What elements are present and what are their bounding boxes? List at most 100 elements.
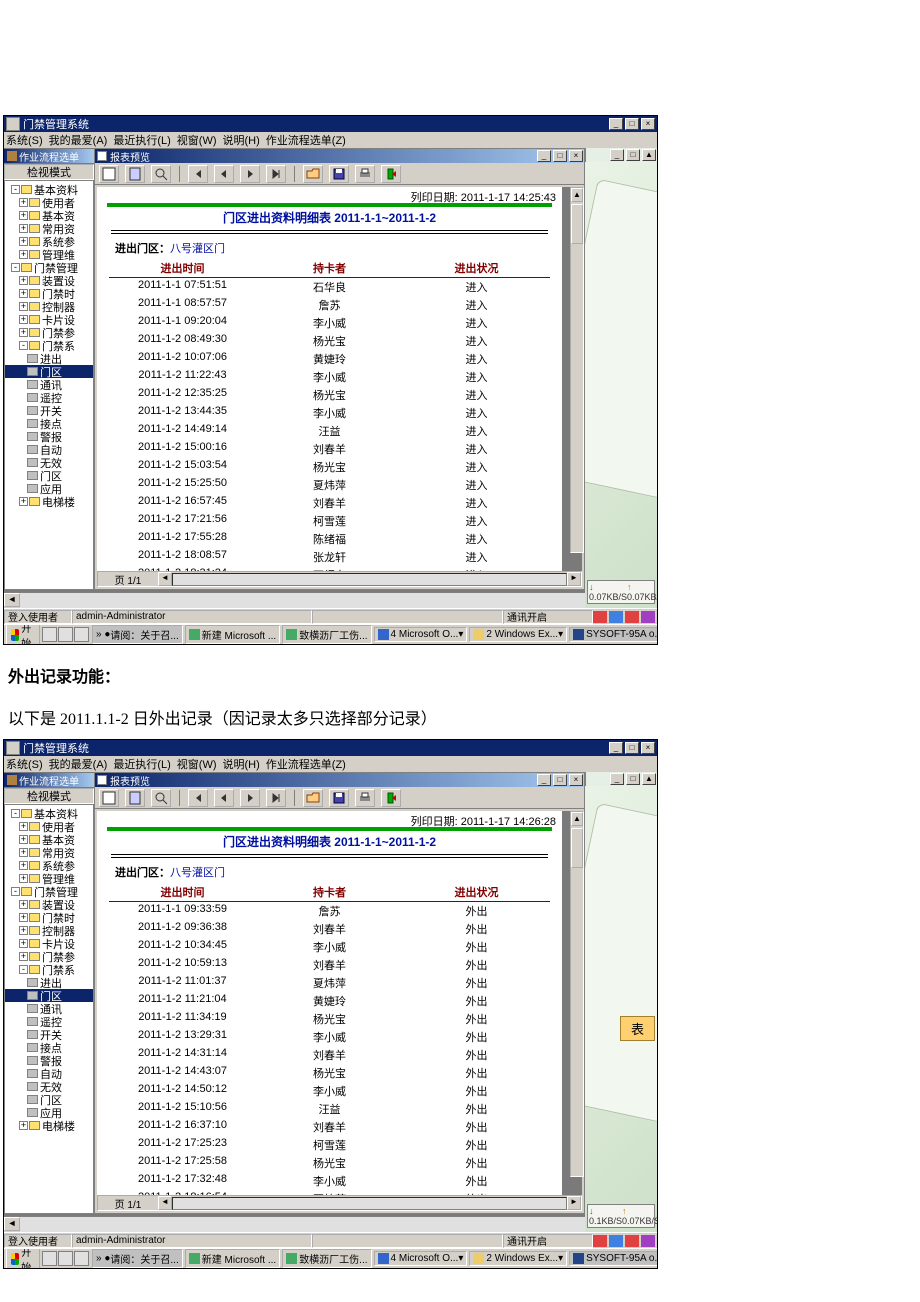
nav-tree[interactable]: -基本资料+使用者+基本资+常用资+系统参+管理维-门禁管理+装置设+门禁时+控… — [4, 180, 94, 590]
scroll-thumb[interactable] — [571, 828, 583, 868]
nav-tree[interactable]: -基本资料+使用者+基本资+常用资+系统参+管理维-门禁管理+装置设+门禁时+控… — [4, 804, 94, 1214]
menu-window[interactable]: 视窗(W) — [177, 132, 217, 148]
scroll-left-button[interactable]: ◄ — [4, 1217, 20, 1231]
task-item[interactable]: » ●请阅：关于召... — [92, 625, 183, 644]
ql-icon-3[interactable] — [74, 627, 89, 642]
zoom-page-button[interactable] — [125, 789, 145, 807]
minimize-button[interactable]: _ — [609, 742, 623, 754]
ql-icon-1[interactable] — [42, 627, 57, 642]
status-icon-red[interactable] — [593, 611, 607, 623]
status-icon-purple[interactable] — [641, 1235, 655, 1247]
v-scrollbar[interactable]: ▲ — [570, 187, 584, 553]
scroll-thumb[interactable] — [571, 204, 583, 244]
start-button[interactable]: 开始 — [6, 624, 40, 644]
menu-recent[interactable]: 最近执行(L) — [113, 132, 170, 148]
preview-titlebar[interactable]: 报表预览 _ □ × — [95, 773, 584, 787]
save-button[interactable] — [329, 165, 349, 183]
ql-icon-3[interactable] — [74, 1251, 89, 1266]
preview-titlebar[interactable]: 报表预览 _ □ × — [95, 149, 584, 163]
h-scrollbar[interactable]: ◄ ► — [4, 592, 657, 608]
rs-max-button[interactable]: □ — [626, 149, 640, 161]
rs-min-button[interactable]: _ — [610, 149, 624, 161]
pager-left[interactable]: ◄ — [158, 1196, 172, 1210]
menu-system[interactable]: 系统(S) — [6, 132, 43, 148]
task-item[interactable]: 致横沥厂工伤... — [282, 625, 371, 644]
next-page-button[interactable] — [240, 789, 260, 807]
print-button[interactable] — [355, 789, 375, 807]
v-scrollbar[interactable]: ▲ — [570, 811, 584, 1177]
task-item[interactable]: 2 Windows Ex... ▾ — [469, 627, 567, 642]
menu-fav[interactable]: 我的最爱(A) — [49, 132, 108, 148]
status-icon-red[interactable] — [593, 1235, 607, 1247]
status-icon-blue[interactable] — [609, 611, 623, 623]
minimize-button[interactable]: _ — [609, 118, 623, 130]
tree-node[interactable]: +电梯楼 — [5, 1119, 93, 1132]
preview-close-button[interactable]: × — [569, 150, 583, 162]
preview-close-button[interactable]: × — [569, 774, 583, 786]
maximize-button[interactable]: □ — [625, 118, 639, 130]
rs-max-button[interactable]: □ — [626, 773, 640, 785]
titlebar[interactable]: 门禁管理系统 _ □ × — [4, 116, 657, 132]
preview-max-button[interactable]: □ — [553, 774, 567, 786]
status-icon-red2[interactable] — [625, 611, 639, 623]
prev-page-button[interactable] — [214, 165, 234, 183]
print-button[interactable] — [355, 165, 375, 183]
task-item[interactable]: 4 Microsoft O... ▾ — [374, 1251, 468, 1266]
scroll-track[interactable] — [20, 1217, 641, 1232]
zoom-full-button[interactable] — [99, 165, 119, 183]
task-item[interactable]: SYSOFT-95A o... — [569, 1251, 657, 1266]
report-area[interactable]: 列印日期: 2011-1-17 14:26:28 门区进出资料明细表 2011-… — [97, 811, 582, 1195]
task-item[interactable]: » ●请阅：关于召... — [92, 1249, 183, 1268]
close-button[interactable]: × — [641, 742, 655, 754]
left-panel-title[interactable]: 作业流程选单 — [4, 772, 94, 788]
menu-recent[interactable]: 最近执行(L) — [113, 756, 170, 772]
first-page-button[interactable] — [188, 789, 208, 807]
pager-left[interactable]: ◄ — [158, 572, 172, 586]
pager-right[interactable]: ► — [567, 572, 581, 586]
task-item[interactable]: 新建 Microsoft ... — [185, 625, 280, 644]
prev-page-button[interactable] — [214, 789, 234, 807]
menu-window[interactable]: 视窗(W) — [177, 756, 217, 772]
zoom-full-button[interactable] — [99, 789, 119, 807]
menu-system[interactable]: 系统(S) — [6, 756, 43, 772]
scroll-up-button[interactable]: ▲ — [571, 188, 583, 202]
zoom-100-button[interactable] — [151, 165, 171, 183]
zoom-page-button[interactable] — [125, 165, 145, 183]
titlebar[interactable]: 门禁管理系统 _ □ × — [4, 740, 657, 756]
menu-flow[interactable]: 作业流程选单(Z) — [266, 756, 346, 772]
menu-help[interactable]: 说明(H) — [223, 132, 260, 148]
next-page-button[interactable] — [240, 165, 260, 183]
start-button[interactable]: 开始 — [6, 1248, 40, 1268]
task-item[interactable]: 2 Windows Ex... ▾ — [469, 1251, 567, 1266]
task-item[interactable]: 4 Microsoft O... ▾ — [374, 627, 468, 642]
open-button[interactable] — [303, 165, 323, 183]
first-page-button[interactable] — [188, 165, 208, 183]
exit-button[interactable] — [381, 165, 401, 183]
rs-min-button[interactable]: _ — [610, 773, 624, 785]
pager-track[interactable] — [172, 1197, 567, 1210]
ql-icon-2[interactable] — [58, 627, 73, 642]
open-button[interactable] — [303, 789, 323, 807]
status-icon-purple[interactable] — [641, 611, 655, 623]
preview-min-button[interactable]: _ — [537, 150, 551, 162]
ql-icon-2[interactable] — [58, 1251, 73, 1266]
rs-up-button[interactable]: ▲ — [642, 149, 656, 161]
exit-button[interactable] — [381, 789, 401, 807]
status-icon-red2[interactable] — [625, 1235, 639, 1247]
last-page-button[interactable] — [266, 789, 286, 807]
preview-max-button[interactable]: □ — [553, 150, 567, 162]
last-page-button[interactable] — [266, 165, 286, 183]
close-button[interactable]: × — [641, 118, 655, 130]
task-item[interactable]: SYSOFT-95A o... — [569, 627, 657, 642]
maximize-button[interactable]: □ — [625, 742, 639, 754]
task-item[interactable]: 新建 Microsoft ... — [185, 1249, 280, 1268]
h-scrollbar[interactable]: ◄ ► — [4, 1216, 657, 1232]
ql-icon-1[interactable] — [42, 1251, 57, 1266]
status-icon-blue[interactable] — [609, 1235, 623, 1247]
zoom-100-button[interactable] — [151, 789, 171, 807]
preview-min-button[interactable]: _ — [537, 774, 551, 786]
scroll-left-button[interactable]: ◄ — [4, 593, 20, 607]
menu-flow[interactable]: 作业流程选单(Z) — [266, 132, 346, 148]
save-button[interactable] — [329, 789, 349, 807]
tree-node[interactable]: +电梯楼 — [5, 495, 93, 508]
